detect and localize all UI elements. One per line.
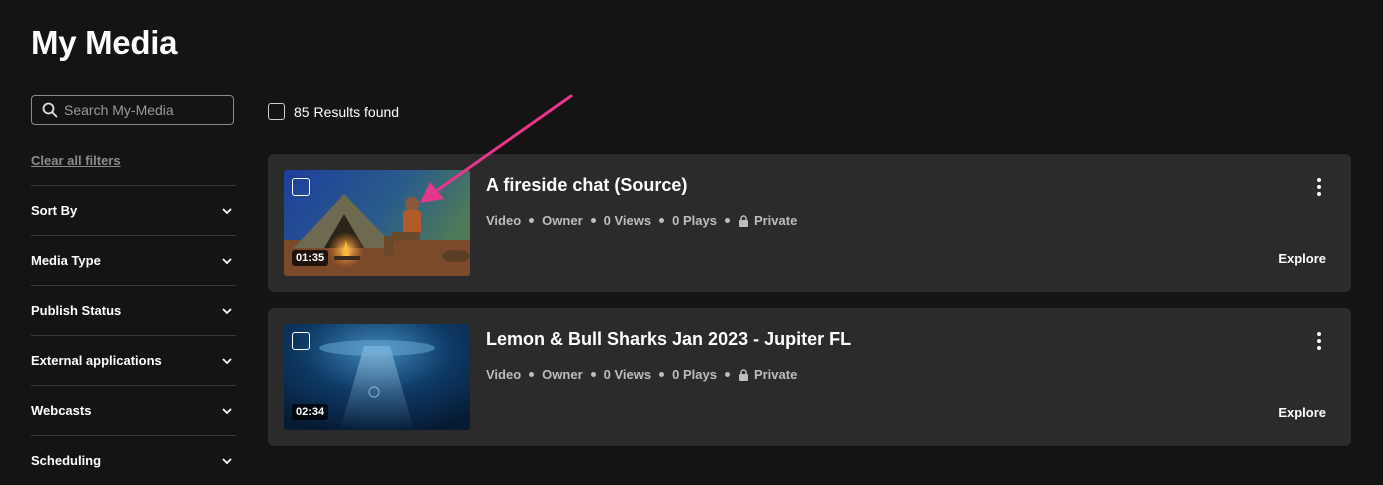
separator-dot bbox=[659, 372, 665, 377]
media-meta: Video Owner 0 Views 0 Plays Private bbox=[486, 213, 797, 228]
filter-media-type[interactable]: Media Type bbox=[31, 235, 236, 285]
results-header: 85 Results found bbox=[268, 103, 399, 120]
explore-button[interactable]: Explore bbox=[1278, 405, 1326, 420]
filters-list: Sort By Media Type Publish Status Extern… bbox=[31, 185, 236, 485]
media-role: Owner bbox=[542, 367, 583, 382]
media-card[interactable]: 01:35 A fireside chat (Source) Video Own… bbox=[268, 154, 1351, 292]
filter-label: Sort By bbox=[31, 203, 78, 218]
separator-dot bbox=[529, 372, 535, 377]
separator-dot bbox=[724, 218, 730, 223]
search-input[interactable] bbox=[64, 102, 224, 118]
more-options-kebab-icon[interactable] bbox=[1317, 178, 1321, 196]
select-checkbox[interactable] bbox=[292, 332, 310, 350]
media-privacy: Private bbox=[753, 367, 798, 382]
media-title[interactable]: Lemon & Bull Sharks Jan 2023 - Jupiter F… bbox=[486, 329, 851, 350]
clear-filters-link[interactable]: Clear all filters bbox=[31, 153, 121, 168]
filter-publish-status[interactable]: Publish Status bbox=[31, 285, 236, 335]
separator-dot bbox=[724, 372, 730, 377]
duration-badge: 01:35 bbox=[292, 250, 329, 266]
filter-sort-by[interactable]: Sort By bbox=[31, 185, 236, 235]
filter-external-applications[interactable]: External applications bbox=[31, 335, 236, 385]
chevron-down-icon bbox=[222, 207, 232, 214]
separator-dot bbox=[529, 218, 535, 223]
filter-label: Media Type bbox=[31, 253, 101, 268]
media-views: 0 Views bbox=[603, 213, 652, 228]
separator-dot bbox=[659, 218, 665, 223]
media-plays: 0 Plays bbox=[672, 367, 717, 382]
search-box[interactable] bbox=[31, 95, 234, 125]
filter-scheduling[interactable]: Scheduling bbox=[31, 435, 236, 485]
media-type: Video bbox=[486, 367, 522, 382]
lock-icon bbox=[738, 214, 748, 227]
media-plays: 0 Plays bbox=[672, 213, 717, 228]
explore-button[interactable]: Explore bbox=[1278, 251, 1326, 266]
select-checkbox[interactable] bbox=[292, 178, 310, 196]
media-views: 0 Views bbox=[603, 367, 652, 382]
chevron-down-icon bbox=[222, 457, 232, 464]
page-title: My Media bbox=[31, 24, 178, 61]
media-title[interactable]: A fireside chat (Source) bbox=[486, 175, 687, 196]
chevron-down-icon bbox=[222, 257, 232, 264]
media-meta: Video Owner 0 Views 0 Plays Private bbox=[486, 367, 797, 382]
filter-webcasts[interactable]: Webcasts bbox=[31, 385, 236, 435]
media-role: Owner bbox=[542, 213, 583, 228]
results-count: 85 Results found bbox=[294, 103, 400, 120]
media-type: Video bbox=[486, 213, 522, 228]
chevron-down-icon bbox=[222, 407, 232, 414]
filter-label: Publish Status bbox=[31, 303, 122, 318]
search-icon bbox=[42, 102, 58, 118]
lock-icon bbox=[738, 368, 748, 381]
filter-label: Webcasts bbox=[31, 403, 92, 418]
media-thumbnail[interactable]: 02:34 bbox=[284, 324, 470, 430]
filter-label: Scheduling bbox=[31, 453, 102, 468]
separator-dot bbox=[590, 218, 596, 223]
select-all-checkbox[interactable] bbox=[268, 103, 285, 120]
media-card[interactable]: 02:34 Lemon & Bull Sharks Jan 2023 - Jup… bbox=[268, 308, 1351, 446]
separator-dot bbox=[590, 372, 596, 377]
media-privacy: Private bbox=[753, 213, 798, 228]
filter-label: External applications bbox=[31, 353, 162, 368]
media-thumbnail[interactable]: 01:35 bbox=[284, 170, 470, 276]
chevron-down-icon bbox=[222, 307, 232, 314]
more-options-kebab-icon[interactable] bbox=[1317, 332, 1321, 350]
duration-badge: 02:34 bbox=[292, 404, 329, 420]
chevron-down-icon bbox=[222, 357, 232, 364]
